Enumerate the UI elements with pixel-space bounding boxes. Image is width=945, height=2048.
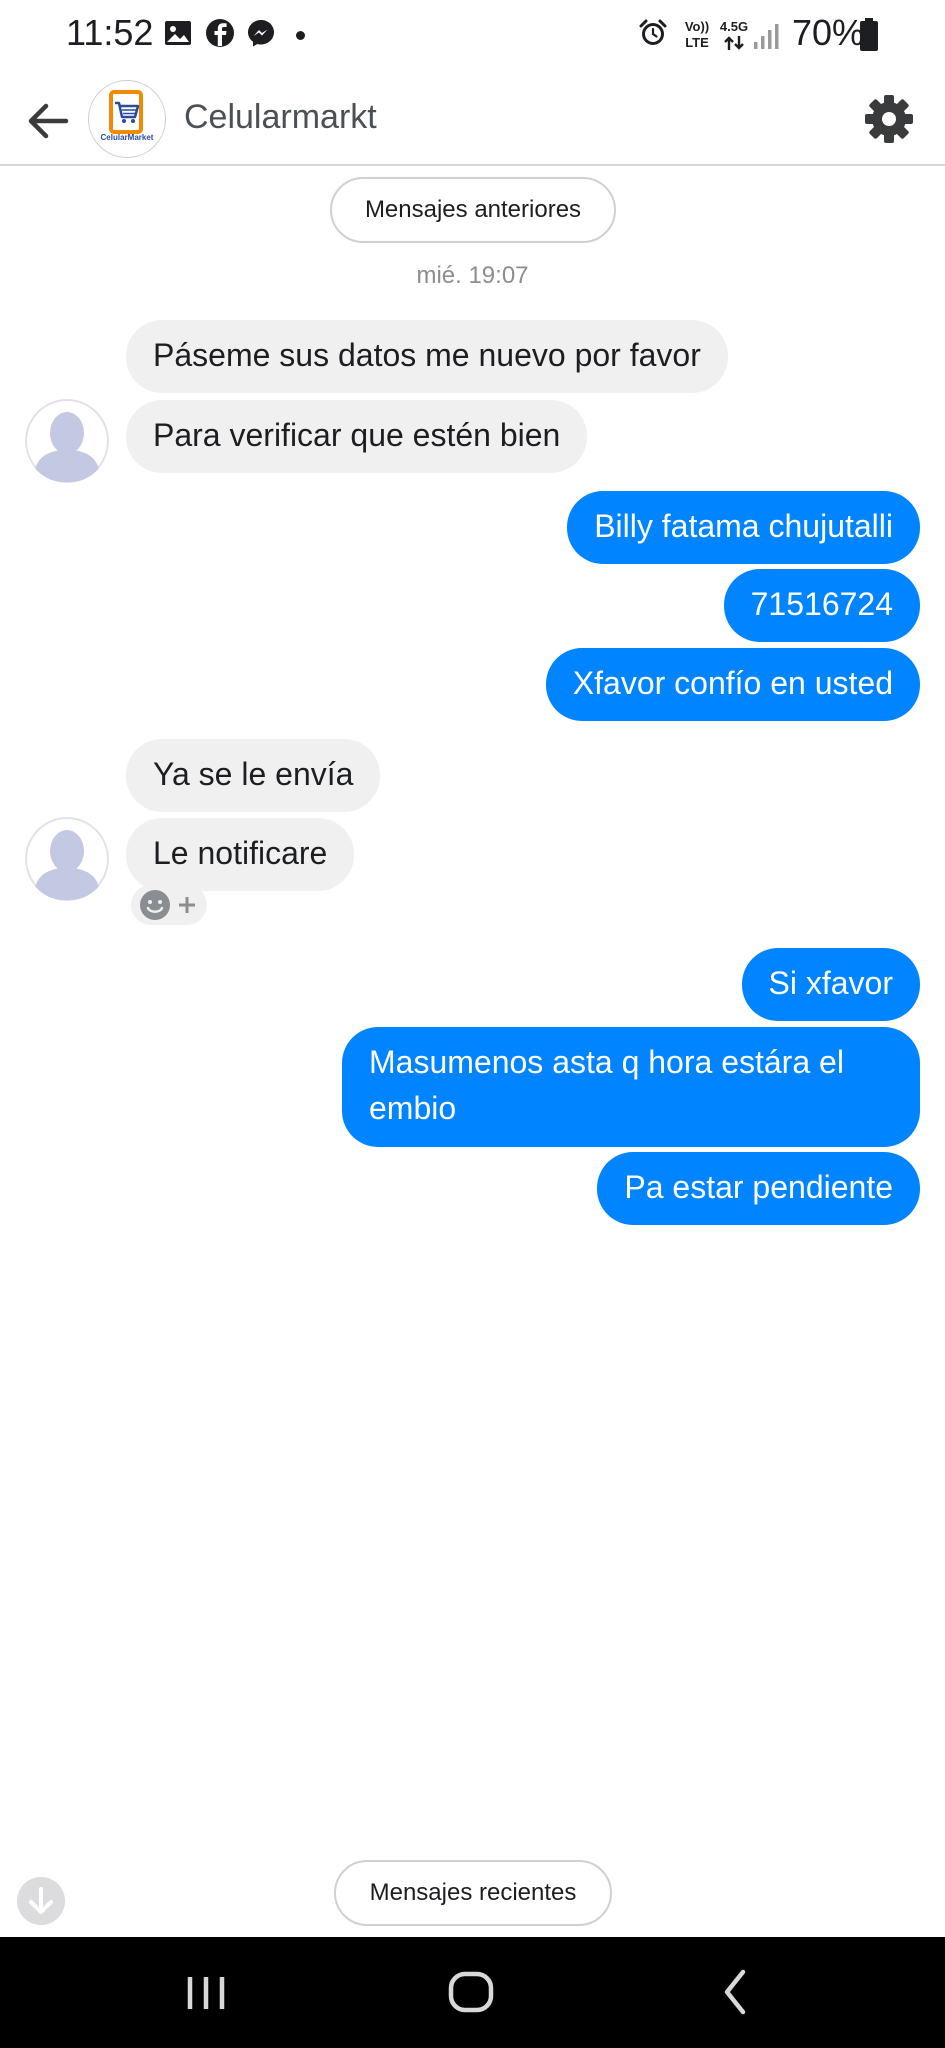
scroll-down-icon[interactable] [17, 1877, 65, 1925]
incoming-message[interactable]: Le notificare [126, 818, 355, 891]
lte-label: LTE [685, 35, 709, 50]
alarm-icon [639, 19, 667, 45]
recent-apps-icon[interactable] [166, 1957, 246, 2027]
battery-level: 70% [792, 12, 865, 53]
signal-icon [754, 24, 779, 49]
back-icon[interactable] [696, 1957, 776, 2027]
gear-icon[interactable] [862, 92, 916, 146]
home-icon[interactable] [431, 1957, 511, 2027]
conversation-header: CelularMarket Celularmarkt [0, 76, 945, 166]
outgoing-message[interactable]: Pa estar pendiente [597, 1152, 920, 1225]
contact-avatar[interactable] [25, 399, 109, 483]
back-arrow-icon[interactable] [22, 96, 78, 146]
incoming-message[interactable]: Páseme sus datos me nuevo por favor [126, 320, 728, 393]
network-type-label: 4.5G [719, 19, 749, 34]
gallery-icon [165, 21, 191, 45]
shopping-cart-logo-icon [109, 90, 143, 134]
outgoing-message[interactable]: Masumenos asta q hora estára el embio [342, 1027, 920, 1147]
notification-dot [296, 31, 305, 40]
page-avatar[interactable]: CelularMarket [88, 80, 166, 158]
page-title[interactable]: Celularmarkt [184, 98, 377, 137]
contact-avatar[interactable] [25, 817, 109, 901]
status-time: 11:52 [66, 12, 154, 53]
outgoing-message[interactable]: 71516724 [723, 569, 920, 642]
recent-messages-button[interactable]: Mensajes recientes [334, 1860, 612, 1926]
facebook-icon [206, 19, 234, 47]
message-timestamp: mié. 19:07 [416, 262, 529, 289]
outgoing-message[interactable]: Si xfavor [741, 948, 920, 1021]
plus-icon [179, 897, 195, 913]
system-navigation-bar [0, 1937, 945, 2048]
volte-label: Vo)) [684, 19, 710, 34]
data-arrows-icon [724, 36, 744, 50]
battery-icon [860, 18, 878, 51]
add-reaction-button[interactable] [131, 885, 207, 925]
status-bar: 11:52 Vo)) LTE 4.5G 70% [0, 0, 945, 76]
messenger-icon [248, 20, 274, 47]
smiley-icon [140, 890, 170, 920]
outgoing-message[interactable]: Billy fatama chujutalli [567, 491, 920, 564]
logo-text: CelularMarket [100, 133, 154, 142]
outgoing-message[interactable]: Xfavor confío en usted [545, 648, 920, 721]
incoming-message[interactable]: Ya se le envía [126, 739, 381, 812]
older-messages-button[interactable]: Mensajes anteriores [330, 177, 616, 243]
incoming-message[interactable]: Para verificar que estén bien [126, 400, 588, 473]
